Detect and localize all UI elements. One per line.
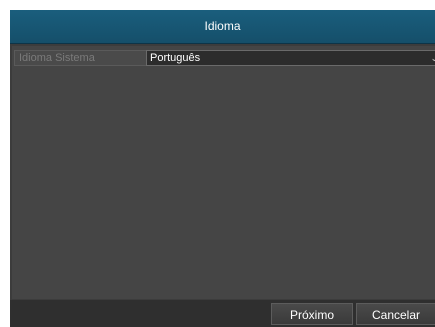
cancel-button[interactable]: Cancelar: [356, 303, 435, 325]
dialog-title: Idioma: [10, 10, 435, 44]
dialog-footer: Próximo Cancelar: [10, 300, 435, 327]
chevron-down-icon[interactable]: ⌄: [430, 51, 435, 65]
language-select[interactable]: Português ⌄: [146, 50, 435, 66]
language-label: Idioma Sistema: [14, 50, 148, 66]
next-button[interactable]: Próximo: [271, 303, 353, 325]
language-row: Idioma Sistema Português ⌄: [14, 50, 435, 66]
settings-panel: Idioma Sistema Português ⌄: [12, 46, 435, 299]
language-dialog: Idioma Idioma Sistema Português ⌄ Próxim…: [10, 10, 435, 327]
language-value: Português: [150, 52, 201, 64]
